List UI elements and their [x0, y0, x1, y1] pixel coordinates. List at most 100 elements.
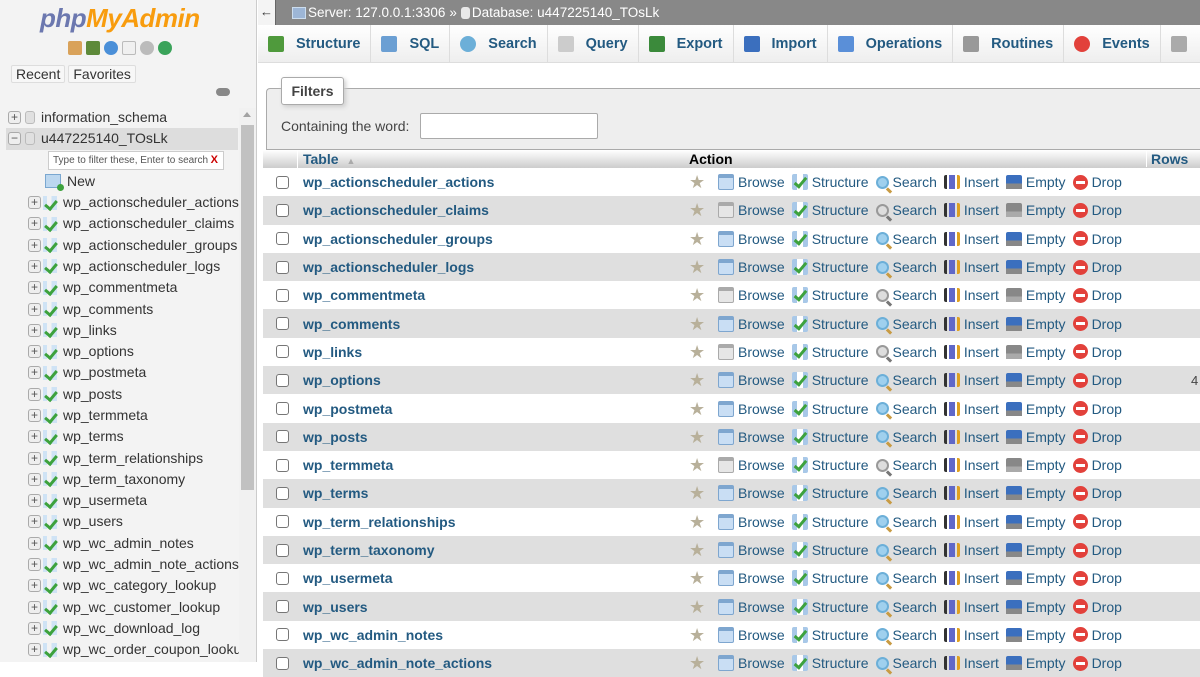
tree-table-name[interactable]: wp_users	[63, 511, 123, 532]
tree-table-item[interactable]: + wp_postmeta	[6, 362, 238, 383]
favorite-star-icon[interactable]: ★	[689, 258, 706, 276]
browse-action[interactable]: Browse	[718, 400, 785, 417]
table-name-link[interactable]: wp_actionscheduler_logs	[303, 259, 689, 275]
insert-action[interactable]: Insert	[943, 542, 999, 558]
tab-export[interactable]: Export	[639, 25, 734, 63]
browse-action[interactable]: Browse	[718, 542, 785, 558]
tree-table-item[interactable]: + wp_wc_customer_lookup	[6, 597, 238, 618]
table-name-link[interactable]: wp_terms	[303, 485, 689, 501]
search-action[interactable]: Search	[875, 570, 937, 586]
favorite-star-icon[interactable]: ★	[689, 343, 706, 361]
empty-action[interactable]: Empty	[1005, 344, 1066, 360]
tree-table-item[interactable]: + wp_actionscheduler_claims	[6, 213, 238, 234]
drop-action[interactable]: Drop	[1072, 655, 1122, 671]
db-name[interactable]: information_schema	[41, 107, 167, 128]
favorite-star-icon[interactable]: ★	[689, 371, 706, 389]
structure-action[interactable]: Structure	[791, 230, 869, 247]
scroll-up-arrow[interactable]	[243, 112, 251, 117]
insert-action[interactable]: Insert	[943, 457, 999, 473]
tree-table-item[interactable]: + wp_links	[6, 320, 238, 341]
structure-action[interactable]: Structure	[791, 513, 869, 530]
expand-icon[interactable]: +	[28, 387, 41, 401]
tree-table-name[interactable]: wp_actionscheduler_groups	[63, 235, 237, 256]
tree-table-name[interactable]: wp_wc_admin_notes	[63, 533, 194, 554]
table-name-link[interactable]: wp_comments	[303, 316, 689, 332]
expand-icon[interactable]: +	[28, 366, 41, 380]
structure-action[interactable]: Structure	[791, 570, 869, 587]
drop-action[interactable]: Drop	[1072, 542, 1122, 558]
empty-action[interactable]: Empty	[1005, 287, 1066, 303]
browse-action[interactable]: Browse	[718, 655, 785, 672]
insert-action[interactable]: Insert	[943, 599, 999, 615]
browse-action[interactable]: Browse	[718, 287, 785, 304]
browse-action[interactable]: Browse	[718, 343, 785, 360]
tab-structure[interactable]: Structure	[258, 25, 372, 63]
expand-icon[interactable]: +	[28, 302, 41, 316]
drop-action[interactable]: Drop	[1072, 401, 1122, 417]
link-with-main-panel-icon[interactable]	[216, 88, 230, 96]
settings-icon[interactable]	[140, 41, 154, 55]
browse-action[interactable]: Browse	[718, 372, 785, 389]
row-checkbox[interactable]	[276, 373, 289, 387]
tree-table-name[interactable]: wp_term_relationships	[63, 448, 203, 469]
table-name-link[interactable]: wp_posts	[303, 429, 689, 445]
tree-table-item[interactable]: + wp_wc_category_lookup	[6, 575, 238, 596]
favorite-star-icon[interactable]: ★	[689, 315, 706, 333]
search-action[interactable]: Search	[875, 514, 937, 530]
drop-action[interactable]: Drop	[1072, 202, 1122, 218]
tab-events[interactable]: Events	[1064, 25, 1161, 63]
browse-action[interactable]: Browse	[718, 259, 785, 276]
favorite-star-icon[interactable]: ★	[689, 541, 706, 559]
table-name-link[interactable]: wp_wc_admin_notes	[303, 627, 689, 643]
tree-table-item[interactable]: + wp_options	[6, 341, 238, 362]
favorite-star-icon[interactable]: ★	[689, 569, 706, 587]
tab-import[interactable]: Import	[734, 25, 828, 63]
favorite-star-icon[interactable]: ★	[689, 400, 706, 418]
expand-icon[interactable]: +	[28, 259, 41, 273]
insert-action[interactable]: Insert	[943, 287, 999, 303]
insert-action[interactable]: Insert	[943, 485, 999, 501]
collapse-nav-button[interactable]: ←	[258, 0, 276, 25]
expand-icon[interactable]: +	[8, 111, 21, 125]
empty-action[interactable]: Empty	[1005, 485, 1066, 501]
tree-table-name[interactable]: wp_actionscheduler_claims	[63, 213, 234, 234]
tab-triggers[interactable]	[1161, 25, 1200, 63]
browse-action[interactable]: Browse	[718, 174, 785, 191]
expand-icon[interactable]: +	[28, 345, 41, 359]
tree-table-item[interactable]: + wp_usermeta	[6, 490, 238, 511]
favorite-star-icon[interactable]: ★	[689, 456, 706, 474]
browse-action[interactable]: Browse	[718, 457, 785, 474]
row-checkbox[interactable]	[276, 571, 289, 585]
tree-table-item[interactable]: + wp_wc_admin_note_actions	[6, 554, 239, 575]
tree-table-name[interactable]: wp_wc_customer_lookup	[63, 597, 220, 618]
row-checkbox[interactable]	[276, 402, 289, 416]
tree-table-item[interactable]: + wp_users	[6, 511, 238, 532]
favorite-star-icon[interactable]: ★	[689, 626, 706, 644]
insert-action[interactable]: Insert	[943, 174, 999, 190]
table-name-link[interactable]: wp_links	[303, 344, 689, 360]
search-action[interactable]: Search	[875, 287, 937, 303]
tree-table-name[interactable]: wp_posts	[63, 384, 122, 405]
tree-table-item[interactable]: + wp_actionscheduler_logs	[6, 256, 238, 277]
tree-table-item[interactable]: + wp_wc_order_coupon_lookup	[6, 639, 249, 660]
insert-action[interactable]: Insert	[943, 231, 999, 247]
tree-table-name[interactable]: wp_wc_admin_note_actions	[63, 554, 239, 575]
tree-table-name[interactable]: wp_wc_order_coupon_lookup	[63, 639, 249, 660]
filter-word-input[interactable]	[420, 113, 598, 139]
structure-action[interactable]: Structure	[791, 372, 869, 389]
tree-scrollbar[interactable]	[239, 108, 256, 662]
table-name-link[interactable]: wp_options	[303, 372, 689, 388]
insert-action[interactable]: Insert	[943, 570, 999, 586]
search-action[interactable]: Search	[875, 401, 937, 417]
tree-table-item[interactable]: + wp_actionscheduler_groups	[6, 234, 238, 255]
structure-action[interactable]: Structure	[791, 655, 869, 672]
drop-action[interactable]: Drop	[1072, 457, 1122, 473]
row-checkbox[interactable]	[276, 600, 289, 614]
expand-icon[interactable]: +	[28, 515, 41, 529]
table-name-link[interactable]: wp_actionscheduler_groups	[303, 231, 689, 247]
browse-action[interactable]: Browse	[718, 570, 785, 587]
empty-action[interactable]: Empty	[1005, 372, 1066, 388]
tree-table-name[interactable]: wp_termmeta	[63, 405, 148, 426]
favorite-star-icon[interactable]: ★	[689, 484, 706, 502]
tree-table-item[interactable]: + wp_wc_admin_notes	[6, 533, 238, 554]
